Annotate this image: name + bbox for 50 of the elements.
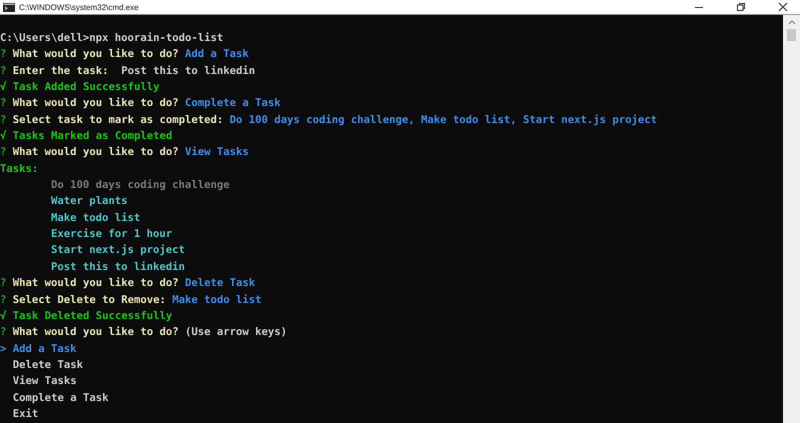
task-item: Exercise for 1 hour: [51, 227, 172, 242]
restore-icon[interactable]: [736, 2, 746, 12]
close-icon[interactable]: [778, 2, 788, 12]
scrollbar[interactable]: [783, 15, 800, 423]
prompt-question: Select task to mark as completed:: [12, 112, 224, 128]
prompt-answer: Make todo list: [172, 292, 262, 308]
prompt-question: What would you like to do?: [12, 47, 179, 62]
menu-option[interactable]: Delete Task: [0, 356, 83, 374]
task-item: Do 100 days coding challenge: [51, 178, 230, 194]
scrollbar-thumb[interactable]: [787, 29, 796, 41]
success-message: Tasks Marked as Completed: [12, 129, 172, 144]
command-line: C:\Users\dell>npx hoorain-todo-list: [0, 31, 224, 46]
success-message: Task Added Successfully: [12, 80, 160, 96]
window-title: C:\WINDOWS\system32\cmd.exe: [19, 2, 140, 12]
success-message: Task Deleted Successfully: [12, 308, 172, 324]
menu-option[interactable]: > Add a Task: [0, 340, 77, 357]
prompt-answer: Post this to linkedin: [121, 64, 256, 79]
prompt-answer: Do 100 days coding challenge, Make todo list, Start next.js project: [230, 112, 657, 128]
prompt-question: What would you like to do?: [12, 96, 179, 112]
prompt-mark: ?: [0, 96, 6, 112]
prompt-answer: View Tasks: [185, 145, 249, 160]
prompt-mark: ?: [0, 47, 6, 62]
prompt-question: What would you like to do?: [12, 325, 179, 340]
check-mark: √: [0, 308, 6, 324]
terminal-icon: [3, 2, 15, 12]
prompt-mark: ?: [0, 145, 6, 160]
prompt-mark: ?: [0, 325, 6, 340]
task-item: Start next.js project: [51, 243, 185, 258]
menu-option[interactable]: Complete a Task: [0, 390, 108, 406]
prompt-question: Enter the task:: [12, 64, 108, 79]
prompt-mark: ?: [0, 64, 6, 79]
task-item: Make todo list: [51, 210, 140, 226]
prompt-question: What would you like to do?: [12, 145, 179, 160]
prompt-answer: Complete a Task: [185, 96, 281, 112]
prompt-mark: ?: [0, 112, 6, 128]
prompt-question: Select Delete to Remove:: [12, 292, 166, 308]
prompt-mark: ?: [0, 292, 6, 308]
prompt-answer: Add a Task: [185, 47, 249, 62]
tasks-heading: Tasks:: [0, 162, 38, 177]
task-item: Water plants: [51, 194, 128, 210]
task-item: Post this to linkedin: [51, 260, 185, 275]
check-mark: √: [0, 129, 6, 144]
prompt-hint: (Use arrow keys): [185, 325, 288, 340]
menu-option[interactable]: Exit: [0, 406, 38, 422]
prompt-question: What would you like to do?: [12, 276, 179, 292]
check-mark: √: [0, 80, 6, 96]
scroll-up-icon[interactable]: [788, 20, 796, 25]
prompt-mark: ?: [0, 276, 6, 292]
menu-option[interactable]: View Tasks: [0, 373, 77, 390]
prompt-answer: Delete Task: [185, 276, 256, 292]
